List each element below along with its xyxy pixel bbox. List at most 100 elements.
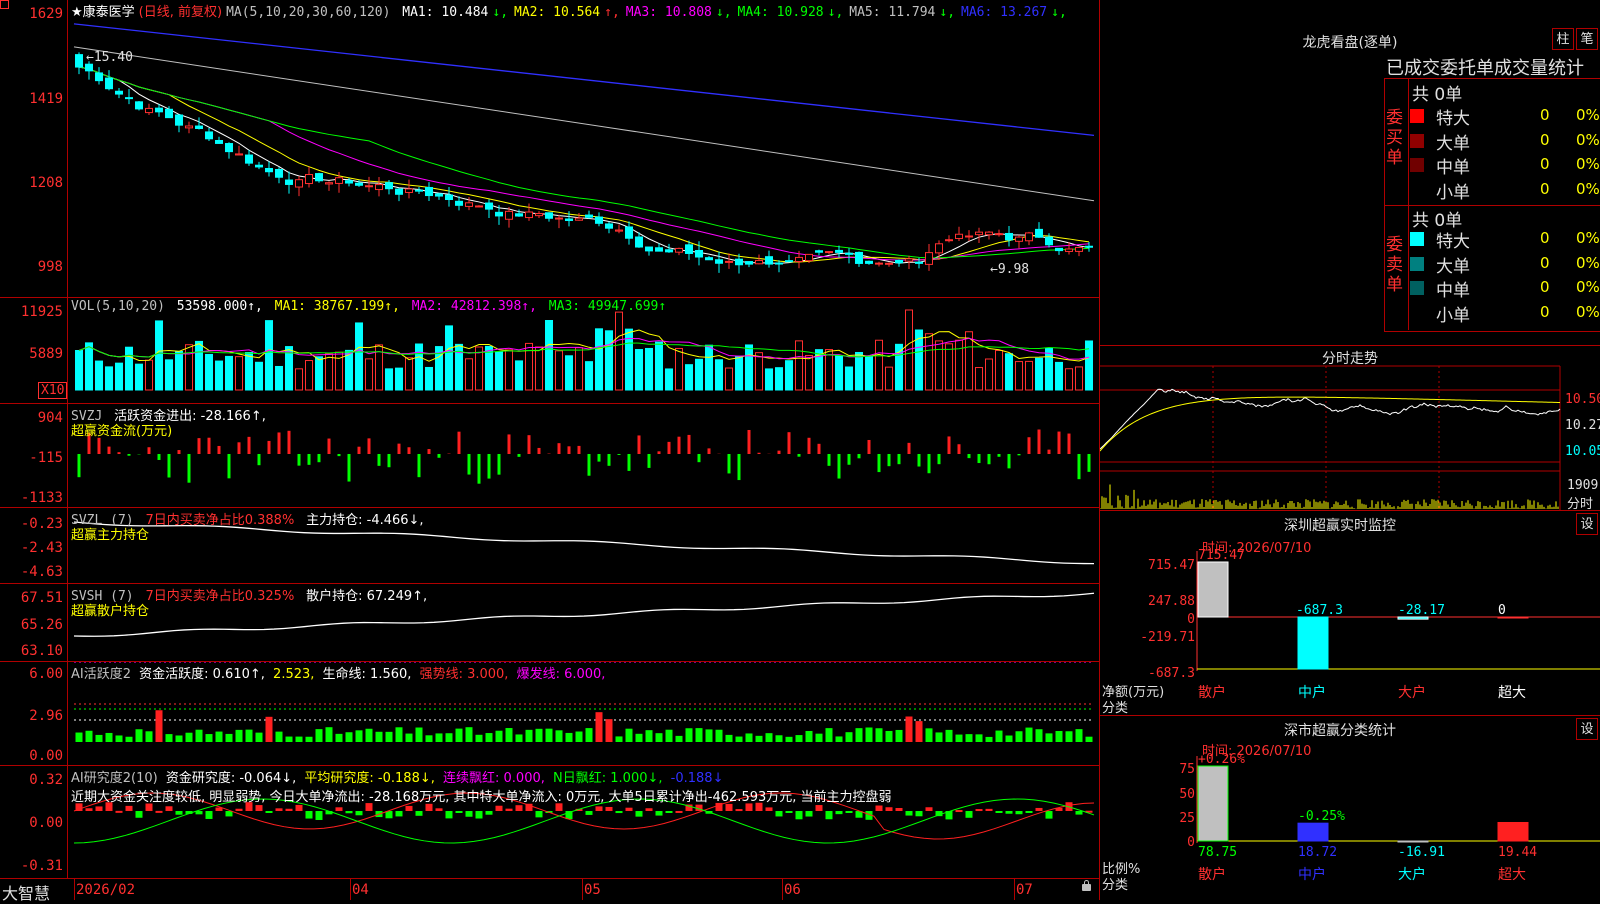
kline-pane[interactable]: 1629 1419 1208 998 ★康泰医学(日线, 前复权)MA(5,10… — [0, 0, 1099, 298]
pen-mode-button[interactable]: 笔 — [1576, 28, 1598, 50]
dragon-subtitle: 已成交委托单成交量统计 — [1386, 54, 1584, 80]
monitor-bar — [1298, 617, 1328, 669]
flow-bar — [658, 451, 661, 454]
ai-research-comment: 近期大资金关注度较低, 明显弱势, 今日大单净流出: -28.168万元, 其中… — [71, 786, 892, 805]
flow-bar — [408, 447, 411, 454]
ma-legend: MA1: 10.484↓,MA2: 10.564↑,MA3: 10.808↓,M… — [402, 5, 1073, 20]
research-bar — [966, 811, 973, 818]
flow-bar — [428, 449, 431, 454]
candle — [86, 64, 93, 71]
flow-bar — [388, 454, 391, 467]
candle — [516, 214, 523, 216]
research-bar — [276, 808, 283, 811]
volume-bar — [836, 356, 843, 390]
activity-bar — [436, 733, 443, 742]
svsh-pane[interactable]: 67.51 65.26 63.10 SVSH (7) 7日内买卖净占比0.325… — [0, 584, 1099, 662]
intraday-panel[interactable]: 分时走势 10.50 10.27 10.05 1909 分时 — [1099, 345, 1600, 510]
order-stat-row: 大单00% — [1410, 252, 1600, 276]
volume-bar — [196, 341, 203, 390]
kline-mode[interactable]: (日线, 前复权) — [139, 5, 222, 20]
flow-bar — [1048, 450, 1051, 454]
activity-bar — [756, 736, 763, 742]
candle — [756, 260, 763, 263]
candle — [946, 240, 953, 241]
flow-bar — [818, 444, 821, 454]
activity-bar — [496, 731, 503, 742]
research-bar — [316, 811, 323, 820]
activity-bar — [526, 730, 533, 742]
candle — [146, 108, 153, 112]
ai-research-nred: N日飘红: 1.000↓, — [553, 771, 662, 786]
activity-bar — [776, 735, 783, 742]
classify-bar-chart[interactable]: 7550250+0.26%78.75散户-0.25%18.72中户-16.91大… — [1100, 716, 1600, 901]
volume-bar — [346, 350, 353, 390]
order-color-swatch — [1410, 257, 1424, 271]
volume-pane[interactable]: 11925 5889 X10 VOL(5,10,20) 53598.000↑, … — [0, 298, 1099, 404]
volume-bar — [1086, 341, 1093, 390]
activity-bar — [306, 737, 313, 742]
volume-bar — [496, 352, 503, 390]
candle — [276, 169, 283, 177]
research-bar — [616, 811, 623, 813]
volume-bar — [96, 361, 103, 390]
activity-bar — [106, 733, 113, 742]
monitor-panel[interactable]: 深圳超赢实时监控 设 时间: 2026/07/10 715.47247.880-… — [1099, 510, 1600, 715]
activity-bar — [726, 735, 733, 742]
volume-bar — [126, 347, 133, 390]
classify-category: 散户 — [1198, 866, 1226, 883]
candle — [246, 155, 253, 163]
bar-mode-button[interactable]: 柱 — [1552, 28, 1574, 50]
app-logo[interactable]: 大智慧 — [2, 880, 50, 904]
stock-name[interactable]: ★康泰医学 — [71, 5, 135, 20]
activity-bar — [666, 730, 673, 742]
flow-bar — [638, 435, 641, 454]
flow-bar — [238, 442, 241, 454]
monitor-bar-chart[interactable]: 715.47247.880-219.71-687.3715.47散户-687.3… — [1100, 511, 1600, 716]
research-bar — [876, 806, 883, 811]
flow-bar — [688, 435, 691, 454]
volume-bar — [936, 341, 943, 390]
volume-bar — [876, 340, 883, 390]
flow-bar — [708, 448, 711, 454]
intraday-chart[interactable] — [1100, 346, 1600, 511]
ai-research-red: 连续飘红: 0.000, — [443, 771, 545, 786]
high-note: ←15.40 — [86, 50, 133, 65]
svzj-pane[interactable]: 904 -115 -1133 SVZJ 活跃资金进出: -28.166↑, 超赢… — [0, 404, 1099, 508]
activity-bar — [276, 732, 283, 742]
svsh-holding: 散户持仓: 67.249↑, — [306, 589, 427, 604]
candle — [456, 201, 463, 205]
lock-icon[interactable] — [1082, 884, 1091, 891]
flow-bar — [558, 443, 561, 454]
research-bar — [836, 811, 843, 814]
research-bar — [456, 811, 463, 813]
ai-research-title: AI研究度2(10) — [71, 771, 158, 786]
intraday-y-label: 10.27 — [1565, 418, 1600, 433]
classify-panel[interactable]: 深市超赢分类统计 设 时间: 2026/07/10 7550250+0.26%7… — [1099, 715, 1600, 900]
candle — [136, 102, 143, 109]
flow-bar — [1028, 437, 1031, 454]
monitor-value-label: 715.47 — [1198, 548, 1245, 563]
activity-bar — [456, 729, 463, 742]
svzj-subtitle: 超赢资金流(万元) — [71, 420, 172, 439]
flow-bar — [118, 452, 121, 454]
ai-active-pane[interactable]: 6.00 2.96 0.00 AI活跃度2 资金活跃度: 0.610↑, 2.5… — [0, 662, 1099, 766]
candle — [936, 244, 943, 253]
ai-research-pane[interactable]: 0.32 0.00 -0.31 AI研究度2(10) 资金研究度: -0.064… — [0, 766, 1099, 879]
activity-bar — [546, 729, 553, 742]
flow-bar — [258, 454, 261, 465]
volume-bar — [276, 366, 283, 390]
research-bar — [776, 811, 783, 816]
candle — [616, 230, 623, 231]
candle — [536, 214, 543, 216]
flow-bar — [1038, 430, 1041, 454]
activity-bar — [426, 735, 433, 742]
research-bar — [906, 811, 913, 816]
monitor-y-label: -219.71 — [1140, 630, 1195, 645]
svzl-holding: 主力持仓: -4.466↓, — [306, 513, 423, 528]
kline-chart[interactable] — [0, 0, 1099, 298]
candle — [186, 126, 193, 128]
volume-bar — [636, 350, 643, 390]
svzl-pane[interactable]: -0.23 -2.43 -4.63 SVZL (7) 7日内买卖净占比0.388… — [0, 508, 1099, 584]
ma-legend-item: MA3: 10.808 — [626, 5, 712, 20]
activity-bar — [686, 728, 693, 742]
